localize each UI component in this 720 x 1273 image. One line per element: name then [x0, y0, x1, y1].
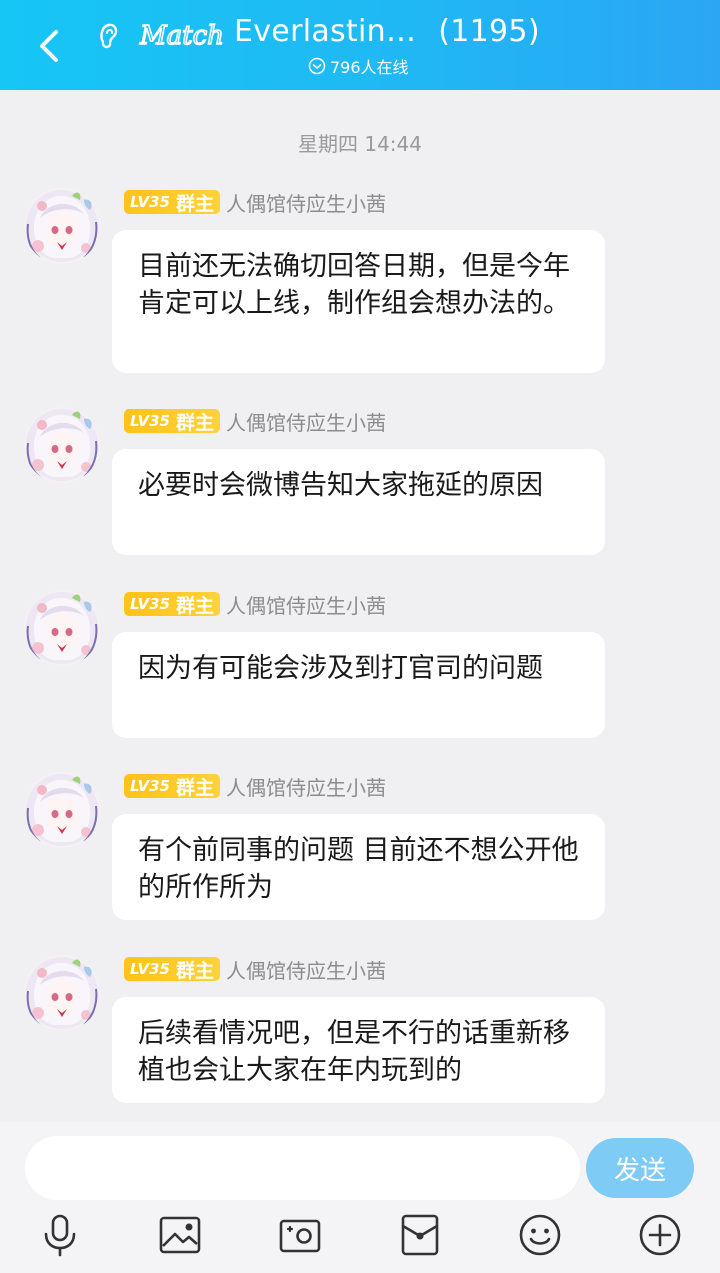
- sender-name[interactable]: 人偶馆侍应生小茜: [226, 188, 386, 217]
- red-packet-icon[interactable]: [397, 1212, 443, 1258]
- sender-name[interactable]: 人偶馆侍应生小茜: [226, 590, 386, 619]
- level-badge: LV35 群主: [124, 957, 220, 982]
- message-meta: LV35 群主 人偶馆侍应生小茜: [124, 188, 386, 216]
- image-icon[interactable]: [157, 1212, 203, 1258]
- message-bubble[interactable]: 必要时会微博告知大家拖延的原因: [112, 449, 605, 555]
- sender-name[interactable]: 人偶馆侍应生小茜: [226, 772, 386, 801]
- avatar[interactable]: [24, 772, 100, 848]
- group-title: Everlastin… (1195): [234, 14, 540, 49]
- avatar[interactable]: [24, 407, 100, 483]
- send-button[interactable]: 发送: [586, 1138, 694, 1198]
- message-meta: LV35 群主 人偶馆侍应生小茜: [124, 772, 386, 800]
- svg-text:Match: Match: [139, 21, 224, 51]
- input-toolbar: [0, 1212, 720, 1262]
- ear-icon[interactable]: [96, 20, 122, 50]
- online-count: 796人在线: [330, 58, 409, 77]
- member-count: (1195): [438, 14, 540, 49]
- online-status: 796人在线: [308, 54, 409, 78]
- message-bubble[interactable]: 有个前同事的问题 目前还不想公开他的所作所为: [112, 814, 605, 920]
- sender-name[interactable]: 人偶馆侍应生小茜: [226, 407, 386, 436]
- avatar[interactable]: [24, 590, 100, 666]
- microphone-icon[interactable]: [37, 1212, 83, 1258]
- message-bubble[interactable]: 目前还无法确切回答日期，但是今年肯定可以上线，制作组会想办法的。: [112, 230, 605, 373]
- level-badge: LV35 群主: [124, 774, 220, 799]
- message-meta: LV35 群主 人偶馆侍应生小茜: [124, 407, 386, 435]
- match-logo: Match: [138, 16, 230, 54]
- chat-header: Match Everlastin… (1195) 796人在线: [0, 0, 720, 90]
- level-badge: LV35 群主: [124, 409, 220, 434]
- message-bubble[interactable]: 因为有可能会涉及到打官司的问题: [112, 632, 605, 738]
- sender-name[interactable]: 人偶馆侍应生小茜: [226, 955, 386, 984]
- message-bubble[interactable]: 后续看情况吧，但是不行的话重新移植也会让大家在年内玩到的: [112, 997, 605, 1103]
- input-bar: 发送: [0, 1122, 720, 1273]
- avatar[interactable]: [24, 188, 100, 264]
- message-meta: LV35 群主 人偶馆侍应生小茜: [124, 955, 386, 983]
- message-meta: LV35 群主 人偶馆侍应生小茜: [124, 590, 386, 618]
- avatar[interactable]: [24, 955, 100, 1031]
- check-circle-icon: [308, 57, 326, 75]
- plus-icon[interactable]: [637, 1212, 683, 1258]
- camera-icon[interactable]: [277, 1212, 323, 1258]
- message-timestamp: 星期四 14:44: [298, 132, 422, 156]
- level-badge: LV35 群主: [124, 592, 220, 617]
- emoji-icon[interactable]: [517, 1212, 563, 1258]
- back-icon[interactable]: [30, 26, 70, 66]
- group-name: Everlastin…: [234, 14, 417, 49]
- level-badge: LV35 群主: [124, 190, 220, 215]
- message-input[interactable]: [25, 1136, 580, 1200]
